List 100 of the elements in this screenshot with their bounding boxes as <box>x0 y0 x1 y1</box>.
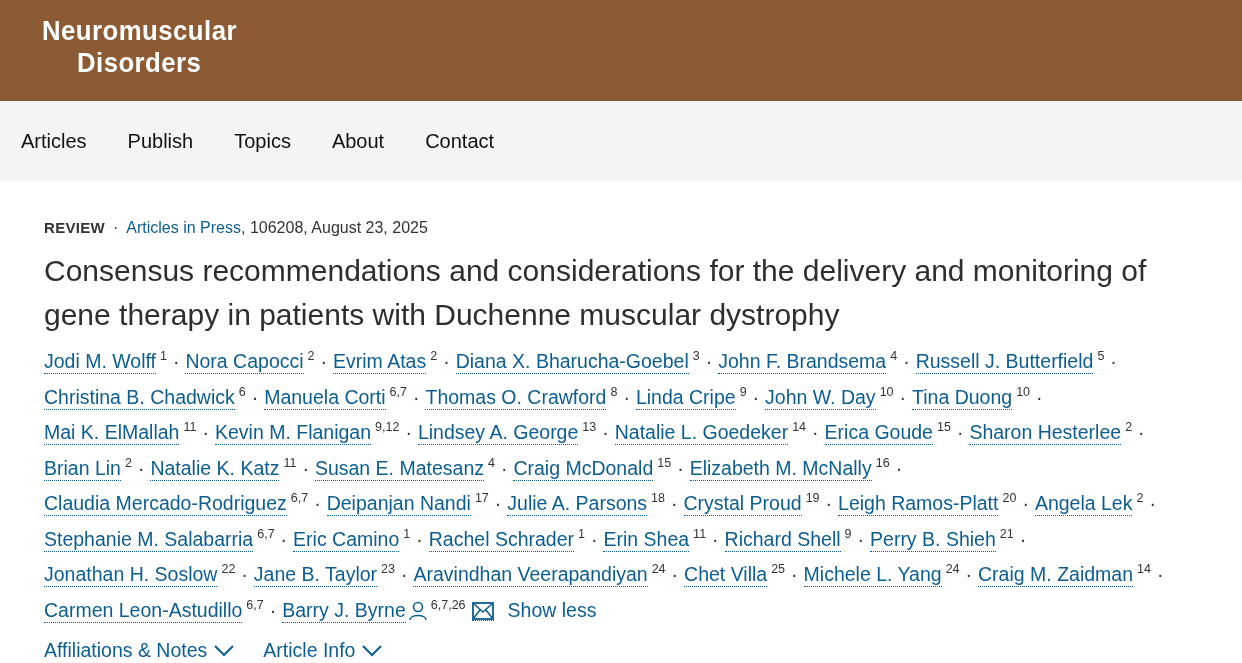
separator-dot: · <box>113 219 119 237</box>
author-link[interactable]: Jodi M. Wolff <box>44 349 156 374</box>
author-link[interactable]: Deipanjan Nandi <box>326 491 471 516</box>
affiliation-marker: 5 <box>1097 348 1105 365</box>
author-link[interactable]: Nora Capocci <box>185 349 304 374</box>
author-link[interactable]: Kevin M. Flanigan <box>214 420 372 445</box>
author-link[interactable]: Chet Villa <box>684 562 768 587</box>
author-link[interactable]: Craig M. Zaidman <box>978 562 1133 587</box>
affiliation-marker: 1 <box>578 525 585 543</box>
separator-dot: · <box>320 349 328 374</box>
separator-dot: · <box>172 349 180 374</box>
author-link[interactable]: Rachel Schrader <box>428 526 574 552</box>
affiliation-marker: 2 <box>307 348 315 365</box>
author-link[interactable]: Perry B. Shieh <box>870 526 996 552</box>
author-link[interactable]: Carmen Leon-Astudillo <box>44 597 243 623</box>
separator-dot: · <box>416 526 423 552</box>
nav-link[interactable]: Topics <box>234 129 291 153</box>
affiliation-marker: 6,7 <box>246 596 264 614</box>
separator-dot: · <box>1156 562 1164 587</box>
affiliation-marker: 10 <box>1016 383 1031 401</box>
nav-link[interactable]: Publish <box>127 129 194 153</box>
mail-icon[interactable] <box>471 601 494 621</box>
separator-dot: · <box>1022 491 1029 516</box>
author-link[interactable]: Erin Shea <box>603 526 690 552</box>
author-link[interactable]: Angela Lek <box>1034 491 1133 516</box>
separator-dot: · <box>677 455 684 481</box>
author-link[interactable]: Jonathan H. Soslow <box>44 562 218 587</box>
section-toggle[interactable]: Affiliations & Notes <box>44 639 236 662</box>
author-link[interactable]: John F. Brandsema <box>718 349 887 374</box>
author-link[interactable]: Diana X. Bharucha-Goebel <box>455 349 689 374</box>
author-link[interactable]: Thomas O. Crawford <box>425 384 607 410</box>
separator-dot: · <box>965 562 973 587</box>
author-link[interactable]: Lindsey A. George <box>417 420 579 445</box>
affiliation-marker: 24 <box>945 561 960 578</box>
separator-dot: · <box>623 384 630 410</box>
affiliation-marker: 2 <box>1136 490 1144 507</box>
affiliation-marker: 17 <box>474 490 489 507</box>
separator-dot: · <box>500 455 508 481</box>
author-link[interactable]: Eric Camino <box>293 526 400 552</box>
author-link[interactable]: John W. Day <box>765 384 876 410</box>
author-link[interactable]: Barry J. Byrne <box>282 597 406 623</box>
author-link[interactable]: Claudia Mercado-Rodriguez <box>44 491 287 516</box>
separator-dot: · <box>825 491 833 516</box>
author-link[interactable]: Tina Duong <box>912 384 1013 410</box>
separator-dot: · <box>314 491 321 516</box>
separator-dot: · <box>1149 491 1156 516</box>
section-toggle[interactable]: Article Info <box>263 639 384 662</box>
affiliation-marker: 9 <box>844 525 852 543</box>
author-link[interactable]: Natalie K. Katz <box>150 455 280 481</box>
author-link[interactable]: Michele L. Yang <box>803 562 942 587</box>
author-link[interactable]: Elizabeth M. McNally <box>689 455 872 481</box>
author-link[interactable]: Aravindhan Veerapandiyan <box>413 562 648 587</box>
separator-dot: · <box>443 349 450 374</box>
affiliation-marker: 4 <box>890 348 898 365</box>
author-link[interactable]: Linda Cripe <box>635 384 736 410</box>
separator-dot: · <box>412 384 420 410</box>
author-link[interactable]: Leigh Ramos-Platt <box>838 491 999 516</box>
chevron-icon <box>213 643 236 658</box>
affiliation-marker: 2 <box>124 454 132 472</box>
article-title: Consensus recommendations and considerations for the delivery and monitoring of gene therapy in patients with Duchenne muscular dystrophy <box>44 253 1148 333</box>
author-link[interactable]: Richard Shell <box>724 526 841 552</box>
separator-dot: · <box>671 491 678 516</box>
affiliation-marker: 24 <box>651 561 666 578</box>
author-link[interactable]: Julie A. Parsons <box>507 491 648 516</box>
author-link[interactable]: Natalie L. Goedeker <box>614 420 789 445</box>
separator-dot: · <box>400 562 408 587</box>
author-link[interactable]: Manuela Corti <box>264 384 386 410</box>
nav-link[interactable]: Articles <box>21 129 87 153</box>
author-link[interactable]: Russell J. Butterfield <box>915 349 1094 374</box>
author-link[interactable]: Susan E. Matesanz <box>314 455 484 481</box>
separator-dot: · <box>903 349 910 374</box>
affiliation-marker: 22 <box>221 561 236 578</box>
author-link[interactable]: Crystal Proud <box>683 491 802 516</box>
affiliation-marker: 11 <box>693 525 707 543</box>
affiliation-marker: 6,7 <box>290 490 309 507</box>
author-link[interactable]: Sharon Hesterlee <box>969 420 1122 445</box>
journal-logo[interactable]: Neuromuscular Disorders <box>42 14 254 79</box>
author-link[interactable]: Stephanie M. Salabarria <box>44 526 254 552</box>
nav-link[interactable]: Contact <box>425 129 495 153</box>
author-link[interactable]: Mai K. ElMallah <box>44 420 180 445</box>
affiliation-marker: 19 <box>805 490 820 507</box>
separator-dot: · <box>1036 384 1043 410</box>
show-less-link[interactable]: Show less <box>507 593 597 626</box>
author-link[interactable]: Jane B. Taylor <box>253 562 378 587</box>
separator-dot: · <box>895 455 903 481</box>
separator-dot: · <box>251 384 259 410</box>
issue-link[interactable]: Articles in Press <box>126 219 241 237</box>
affiliation-marker: 9,12 <box>375 419 400 436</box>
nav-link[interactable]: About <box>331 129 385 153</box>
author-link[interactable]: Craig McDonald <box>513 455 654 481</box>
affiliation-marker: 11 <box>183 419 197 436</box>
affiliation-marker: 6 <box>238 383 246 401</box>
author-link[interactable]: Brian Lin <box>44 455 121 481</box>
separator-dot: · <box>752 384 760 410</box>
author-link[interactable]: Erica Goude <box>824 420 933 445</box>
separator-dot: · <box>705 349 713 374</box>
affiliation-marker: 9 <box>739 383 747 401</box>
author-link[interactable]: Christina B. Chadwick <box>44 384 235 410</box>
author-link[interactable]: Evrim Atas <box>333 349 427 374</box>
affiliation-marker: 13 <box>582 419 597 436</box>
